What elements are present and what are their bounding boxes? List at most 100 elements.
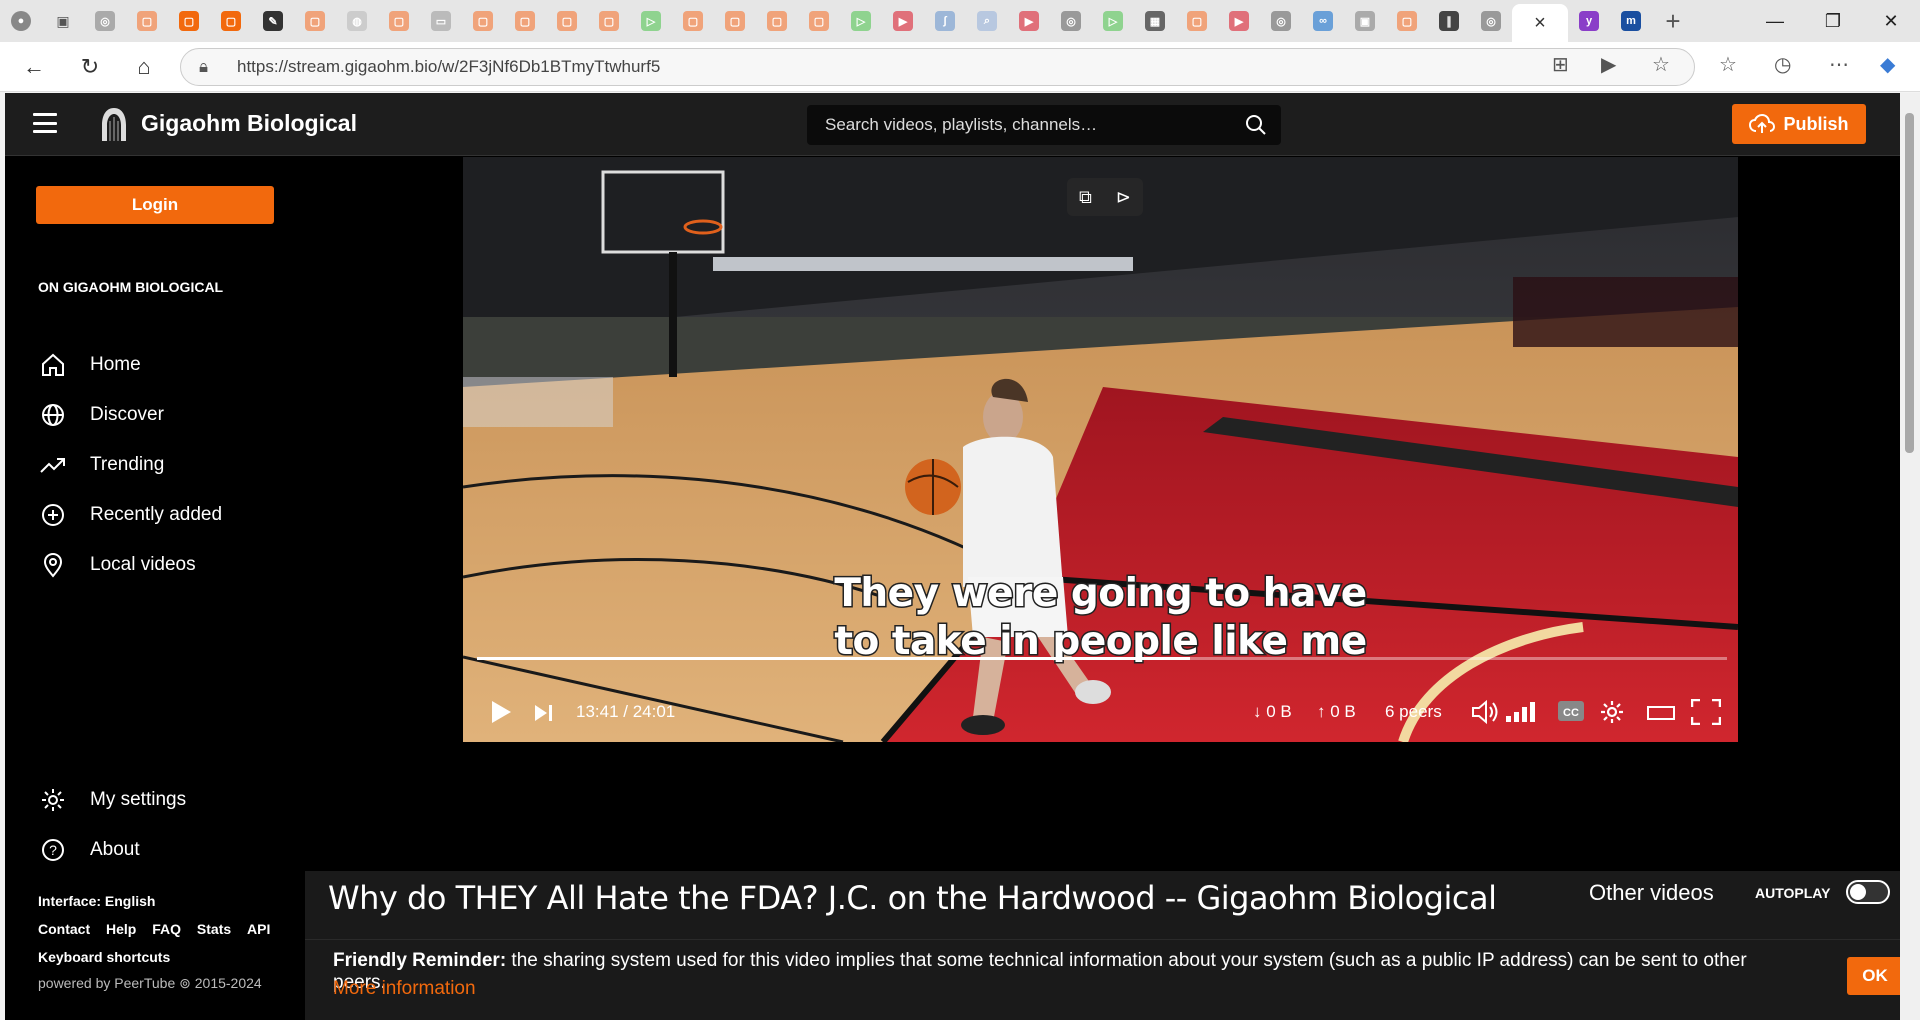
page-scrollbar[interactable] — [1900, 93, 1920, 1020]
menu-toggle-icon[interactable] — [33, 113, 57, 133]
tab-favicon[interactable]: ⌕ — [966, 5, 1008, 37]
search-input[interactable] — [825, 115, 1225, 135]
tab-favicon[interactable]: ▢ — [210, 5, 252, 37]
plus-circle-icon — [38, 500, 68, 530]
favorite-star-icon[interactable]: ☆ — [1652, 52, 1670, 77]
fullscreen-button[interactable] — [1691, 699, 1721, 725]
keyboard-shortcuts-link[interactable]: Keyboard shortcuts — [38, 949, 170, 965]
tab-favicon[interactable]: ▷ — [630, 5, 672, 37]
media-icon[interactable]: ▶ — [1601, 52, 1616, 77]
tab-favicon[interactable]: ▢ — [798, 5, 840, 37]
tab-favicon[interactable]: ▢ — [462, 5, 504, 37]
tab-favicon[interactable]: ▭ — [420, 5, 462, 37]
tab-actions-icon[interactable]: ▣ — [42, 5, 84, 37]
sidebar-item-about[interactable]: ? About — [38, 832, 140, 868]
search-icon[interactable] — [1245, 114, 1267, 136]
history-icon[interactable]: ◷ — [1774, 52, 1791, 77]
progress-bar[interactable] — [477, 657, 1727, 660]
footer-link-api[interactable]: API — [247, 921, 270, 937]
scrollbar-thumb[interactable] — [1905, 113, 1914, 453]
tab-favicon[interactable]: ▦ — [1134, 5, 1176, 37]
interface-language[interactable]: Interface: English — [38, 893, 155, 909]
publish-label: Publish — [1783, 113, 1849, 134]
app-available-icon[interactable]: ⊞ — [1552, 52, 1569, 77]
settings-button[interactable] — [1599, 699, 1625, 725]
volume-button[interactable] — [1471, 698, 1503, 726]
tab-favicon[interactable]: ▷ — [840, 5, 882, 37]
profile-avatar[interactable]: ● — [0, 5, 42, 37]
tab-favicon[interactable]: ▢ — [588, 5, 630, 37]
sidebar-item-home[interactable]: Home — [38, 347, 141, 383]
sidebar-item-local-videos[interactable]: Local videos — [38, 547, 196, 583]
tab-favicon[interactable]: ▶ — [882, 5, 924, 37]
restore-icon[interactable]: ❐ — [1804, 0, 1862, 42]
tab-favicon[interactable]: ◎ — [1050, 5, 1092, 37]
signal-bars-icon — [1506, 702, 1535, 722]
copilot-icon[interactable]: ◆ — [1880, 52, 1895, 77]
powered-by[interactable]: powered by PeerTube ⊚ 2015-2024 — [38, 975, 262, 992]
login-button[interactable]: Login — [36, 186, 274, 224]
tab-favicon[interactable]: ◎ — [84, 5, 126, 37]
next-video-button[interactable] — [533, 703, 555, 723]
tab-favicon[interactable]: ▣ — [1344, 5, 1386, 37]
tab-favicon[interactable]: ▢ — [168, 5, 210, 37]
ok-button[interactable]: OK — [1847, 957, 1903, 995]
new-tab-button[interactable]: + — [1652, 5, 1694, 37]
tab-favicon[interactable]: ◍ — [336, 5, 378, 37]
theater-icon — [1647, 706, 1675, 720]
tab-favicon[interactable]: ▢ — [756, 5, 798, 37]
svg-text:?: ? — [49, 842, 57, 858]
download-speed: ↓ 0 B — [1253, 702, 1292, 721]
minimize-icon[interactable]: — — [1746, 0, 1804, 42]
publish-button[interactable]: Publish — [1732, 104, 1866, 144]
home-browser-icon[interactable]: ⌂ — [118, 47, 170, 87]
tab-favicon[interactable]: ◎ — [1260, 5, 1302, 37]
reload-icon[interactable]: ↻ — [64, 47, 116, 87]
tab-favicon[interactable]: ▢ — [1176, 5, 1218, 37]
back-icon[interactable]: ← — [8, 47, 60, 87]
more-information-link[interactable]: More information — [333, 978, 476, 1000]
tab-favicon[interactable]: ◎ — [1470, 5, 1512, 37]
tab-favicon[interactable]: ▢ — [714, 5, 756, 37]
sidebar-item-trending[interactable]: Trending — [38, 447, 164, 483]
tab-favicon[interactable]: ▶ — [1218, 5, 1260, 37]
picture-in-picture-icon[interactable]: ⧉ — [1079, 187, 1092, 208]
site-name[interactable]: Gigaohm Biological — [141, 110, 357, 137]
site-logo[interactable] — [95, 105, 133, 143]
tab-favicon[interactable]: ▢ — [378, 5, 420, 37]
sidebar-item-my-settings[interactable]: My settings — [38, 782, 186, 818]
video-overlay-icon[interactable]: ⊳ — [1116, 187, 1131, 208]
active-tab-close-icon[interactable]: × — [1512, 4, 1568, 42]
tab-favicon[interactable]: ʃ — [924, 5, 966, 37]
tab-favicon[interactable]: ▶ — [1008, 5, 1050, 37]
video-player[interactable]: ⧉ ⊳ They were going to have to take in p… — [463, 157, 1738, 742]
captions-button[interactable]: CC — [1557, 700, 1585, 722]
tab-favicon[interactable]: ▢ — [294, 5, 336, 37]
more-menu-icon[interactable]: ⋯ — [1829, 52, 1849, 77]
sidebar-item-recently-added[interactable]: Recently added — [38, 497, 222, 533]
volume-level-bars[interactable] — [1505, 700, 1539, 724]
tab-favicon[interactable]: ▢ — [504, 5, 546, 37]
tab-favicon[interactable]: ▢ — [672, 5, 714, 37]
site-info-icon[interactable]: 🔒︎ — [199, 57, 219, 77]
address-bar[interactable]: 🔒︎ https://stream.gigaohm.bio/w/2F3jNf6D… — [180, 48, 1695, 86]
theater-mode-button[interactable] — [1647, 704, 1675, 722]
footer-link-faq[interactable]: FAQ — [152, 921, 181, 937]
footer-link-stats[interactable]: Stats — [197, 921, 231, 937]
favorites-icon[interactable]: ☆ — [1719, 52, 1737, 77]
play-button[interactable] — [489, 699, 513, 725]
tab-favicon[interactable]: ▢ — [546, 5, 588, 37]
close-window-icon[interactable]: ✕ — [1862, 0, 1920, 42]
tab-favicon[interactable]: ✎ — [252, 5, 294, 37]
tab-favicon[interactable]: ▢ — [1386, 5, 1428, 37]
tab-favicon[interactable]: m — [1610, 5, 1652, 37]
tab-favicon[interactable]: ∞ — [1302, 5, 1344, 37]
sidebar-item-discover[interactable]: Discover — [38, 397, 164, 433]
tab-favicon[interactable]: y — [1568, 5, 1610, 37]
footer-link-help[interactable]: Help — [106, 921, 136, 937]
footer-link-contact[interactable]: Contact — [38, 921, 90, 937]
tab-favicon[interactable]: ▷ — [1092, 5, 1134, 37]
tab-favicon[interactable]: ∥ — [1428, 5, 1470, 37]
autoplay-toggle[interactable] — [1846, 880, 1890, 904]
tab-favicon[interactable]: ▢ — [126, 5, 168, 37]
